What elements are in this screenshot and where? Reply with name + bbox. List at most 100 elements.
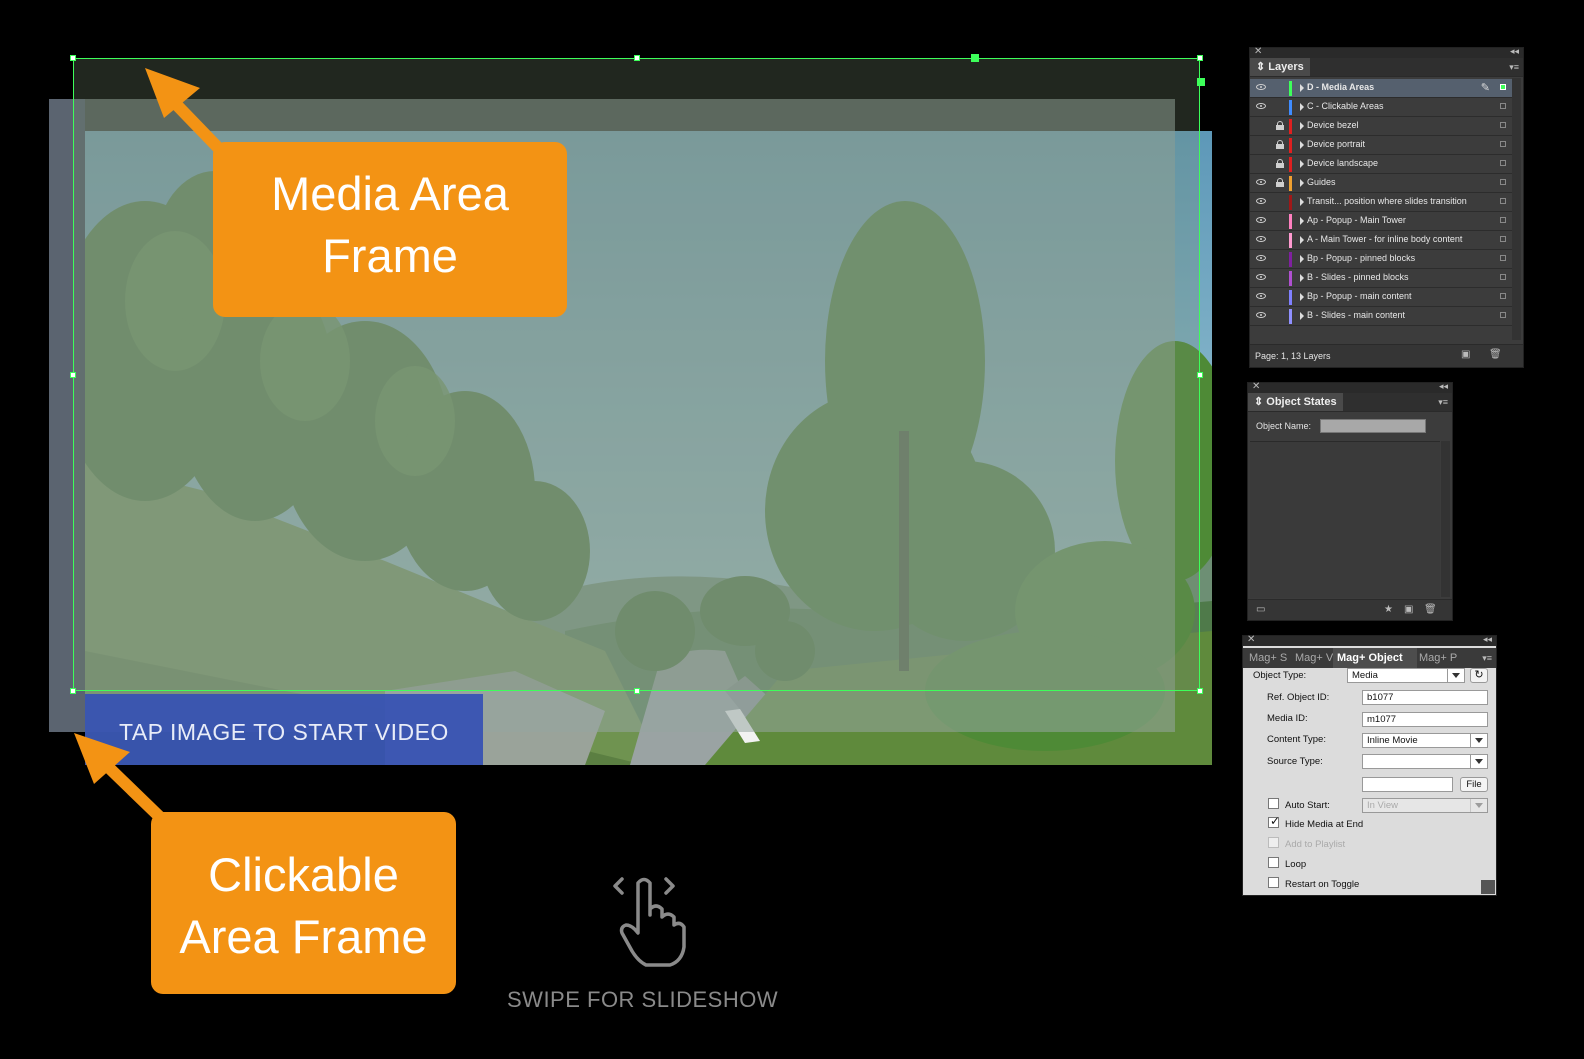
layer-selection-square[interactable]: [1500, 160, 1506, 166]
disclosure-triangle-icon[interactable]: [1300, 236, 1304, 244]
lock-icon[interactable]: [1276, 159, 1284, 168]
eye-icon[interactable]: [1256, 84, 1266, 90]
layer-selection-square[interactable]: [1500, 179, 1506, 185]
tab-magplus-p[interactable]: Mag+ P: [1415, 648, 1467, 668]
tab-layers-label: Layers: [1268, 61, 1304, 73]
lock-icon[interactable]: [1276, 140, 1284, 149]
layer-selection-square[interactable]: [1500, 198, 1506, 204]
eye-icon[interactable]: [1256, 312, 1266, 318]
panel-menu-icon[interactable]: ▾≡: [1509, 62, 1519, 73]
trash-icon[interactable]: 🗑: [1489, 349, 1502, 360]
source-type-select[interactable]: [1362, 754, 1488, 769]
disclosure-triangle-icon[interactable]: [1300, 103, 1304, 111]
disclosure-triangle-icon[interactable]: [1300, 141, 1304, 149]
collapse-icon[interactable]: ◂◂: [1483, 634, 1492, 645]
loop-checkbox[interactable]: [1268, 857, 1279, 868]
source-path-input[interactable]: [1362, 777, 1453, 792]
collapse-icon[interactable]: ◂◂: [1510, 46, 1519, 57]
star-icon[interactable]: ★: [1384, 604, 1394, 615]
disclosure-triangle-icon[interactable]: [1300, 198, 1304, 206]
layer-selection-square[interactable]: [1500, 255, 1506, 261]
layers-scrollbar[interactable]: [1512, 78, 1521, 340]
trash-icon[interactable]: 🗑: [1424, 604, 1437, 615]
disclosure-triangle-icon[interactable]: [1300, 217, 1304, 225]
auto-start-select[interactable]: In View: [1362, 798, 1488, 813]
layer-selection-square[interactable]: [1500, 236, 1506, 242]
eye-icon[interactable]: [1256, 198, 1266, 204]
object-states-list[interactable]: [1250, 441, 1440, 598]
disclosure-triangle-icon[interactable]: [1300, 293, 1304, 301]
layer-selection-square[interactable]: [1500, 122, 1506, 128]
eye-icon[interactable]: [1256, 255, 1266, 261]
restart-on-toggle-checkbox[interactable]: [1268, 877, 1279, 888]
layer-row[interactable]: Transit... position where slides transit…: [1250, 193, 1512, 212]
disclosure-triangle-icon[interactable]: [1300, 255, 1304, 263]
loop-label: Loop: [1285, 859, 1307, 870]
layer-selection-square[interactable]: [1500, 103, 1506, 109]
eye-icon[interactable]: [1256, 103, 1266, 109]
eye-icon[interactable]: [1256, 217, 1266, 223]
eye-icon[interactable]: [1256, 179, 1266, 185]
disclosure-triangle-icon[interactable]: [1300, 274, 1304, 282]
panel-menu-icon[interactable]: ▾≡: [1438, 397, 1448, 408]
layer-selection-square[interactable]: [1500, 217, 1506, 223]
layer-selection-square[interactable]: [1500, 274, 1506, 280]
lock-icon[interactable]: [1276, 178, 1284, 187]
disclosure-triangle-icon[interactable]: [1300, 179, 1304, 187]
layer-row[interactable]: Bp - Popup - main content: [1250, 288, 1512, 307]
tab-layers[interactable]: ⇕ Layers: [1250, 58, 1310, 76]
layers-panel-titlebar[interactable]: ✕ ◂◂: [1250, 46, 1523, 58]
object-type-select[interactable]: Media: [1347, 668, 1465, 683]
layer-selection-square[interactable]: [1500, 84, 1506, 90]
eye-icon[interactable]: [1256, 293, 1266, 299]
layer-row[interactable]: Device landscape: [1250, 155, 1512, 174]
eye-icon[interactable]: [1256, 274, 1266, 280]
add-to-playlist-checkbox[interactable]: [1268, 837, 1279, 848]
states-scrollbar[interactable]: [1441, 441, 1450, 597]
layer-row[interactable]: Ap - Popup - Main Tower: [1250, 212, 1512, 231]
layer-row[interactable]: C - Clickable Areas: [1250, 98, 1512, 117]
hide-media-checkbox[interactable]: ✓: [1268, 814, 1280, 828]
media-id-input[interactable]: m1077: [1362, 712, 1488, 727]
layer-selection-square[interactable]: [1500, 293, 1506, 299]
collapse-icon[interactable]: ◂◂: [1439, 381, 1448, 392]
magplus-panel-titlebar[interactable]: ✕ ◂◂: [1243, 634, 1496, 646]
new-state-icon[interactable]: ▣: [1404, 604, 1414, 615]
close-icon[interactable]: ✕: [1252, 381, 1260, 392]
states-panel-titlebar[interactable]: ✕ ◂◂: [1248, 381, 1452, 393]
layer-row[interactable]: A - Main Tower - for inline body content: [1250, 231, 1512, 250]
content-type-select[interactable]: Inline Movie: [1362, 733, 1488, 748]
auto-start-checkbox[interactable]: [1268, 798, 1279, 809]
layer-row[interactable]: Device portrait: [1250, 136, 1512, 155]
layer-row[interactable]: B - Slides - pinned blocks: [1250, 269, 1512, 288]
disclosure-triangle-icon[interactable]: [1300, 160, 1304, 168]
close-icon[interactable]: ✕: [1254, 46, 1262, 57]
layer-row[interactable]: Bp - Popup - pinned blocks: [1250, 250, 1512, 269]
object-name-field[interactable]: [1320, 419, 1426, 433]
layer-row[interactable]: Guides: [1250, 174, 1512, 193]
lock-icon[interactable]: [1276, 121, 1284, 130]
disclosure-triangle-icon[interactable]: [1300, 84, 1304, 92]
close-icon[interactable]: ✕: [1247, 634, 1255, 645]
resize-grip[interactable]: [1481, 880, 1495, 894]
disclosure-triangle-icon[interactable]: [1300, 312, 1304, 320]
disclosure-triangle-icon[interactable]: [1300, 122, 1304, 130]
layer-color-swatch: [1289, 309, 1292, 324]
preview-icon[interactable]: ▭: [1256, 604, 1266, 615]
layer-row[interactable]: B - Slides - main content: [1250, 307, 1512, 326]
ref-object-id-input[interactable]: b1077: [1362, 690, 1488, 705]
refresh-button[interactable]: ↻: [1470, 668, 1488, 683]
eye-icon[interactable]: [1256, 236, 1266, 242]
tab-magplus-s[interactable]: Mag+ S: [1245, 648, 1293, 668]
tab-object-states[interactable]: ⇕ Object States: [1248, 393, 1343, 411]
layer-selection-square[interactable]: [1500, 141, 1506, 147]
layer-row[interactable]: D - Media Areas ✎: [1250, 79, 1512, 98]
layer-selection-square[interactable]: [1500, 312, 1506, 318]
new-layer-icon[interactable]: ▣: [1461, 349, 1471, 360]
clickable-area-callout: Clickable Area Frame: [151, 812, 456, 994]
tab-magplus-object[interactable]: Mag+ Object: [1333, 648, 1417, 668]
panel-menu-icon[interactable]: ▾≡: [1482, 653, 1492, 664]
file-button[interactable]: File: [1460, 777, 1488, 792]
tab-magplus-v[interactable]: Mag+ V: [1291, 648, 1335, 668]
layer-row[interactable]: Device bezel: [1250, 117, 1512, 136]
